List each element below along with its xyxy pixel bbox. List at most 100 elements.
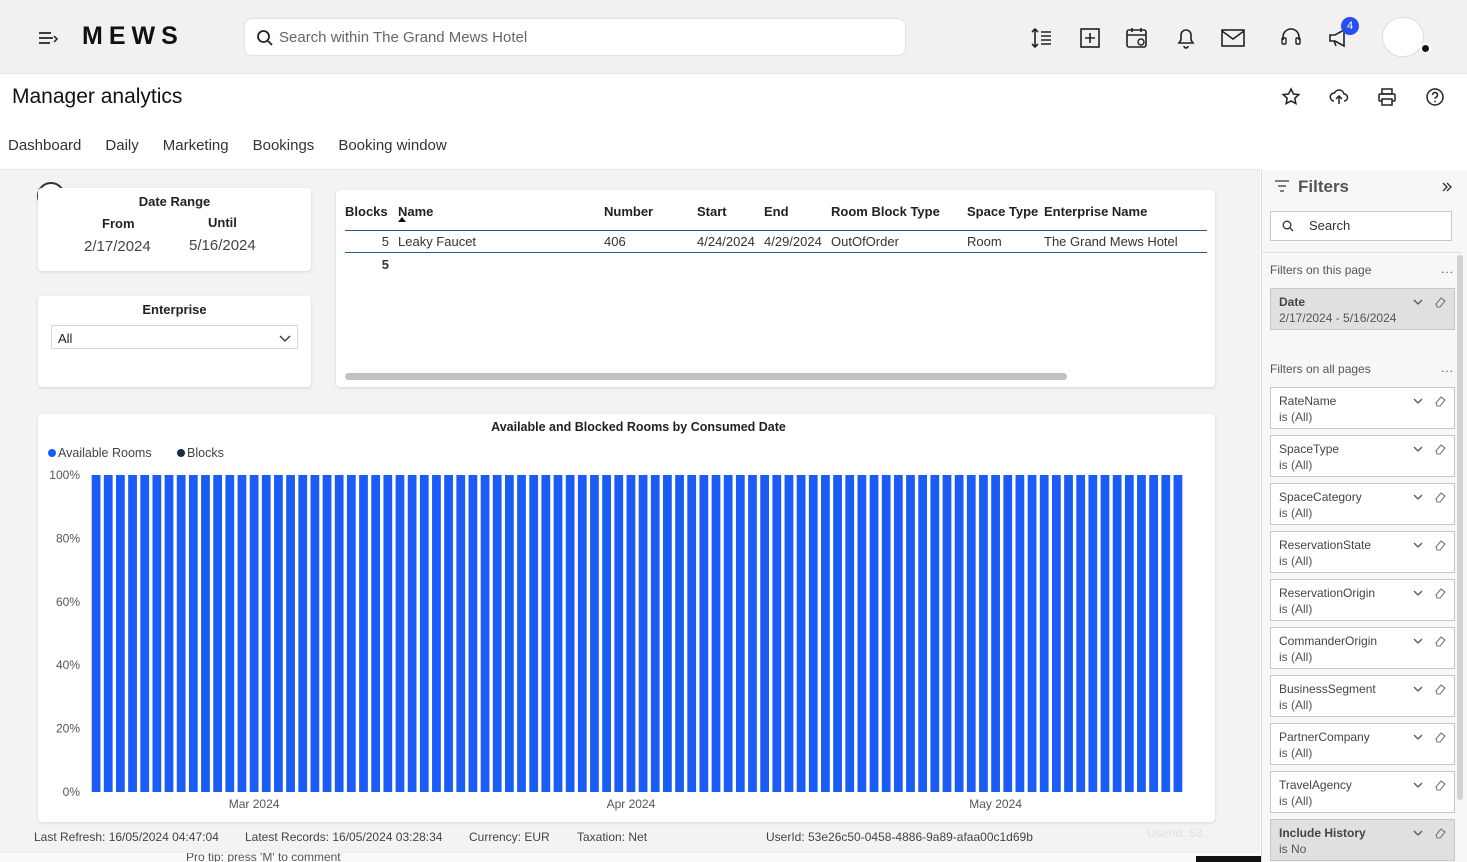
filters-search[interactable]: [1270, 211, 1452, 241]
user-avatar[interactable]: [1382, 17, 1424, 57]
eraser-icon[interactable]: [1434, 491, 1446, 503]
eraser-icon[interactable]: [1434, 779, 1446, 791]
search-icon: [257, 30, 273, 46]
star-icon[interactable]: [1281, 87, 1301, 107]
available-rooms-bar: [541, 475, 551, 792]
rooms-chart: Available and Blocked Rooms by Consumed …: [48, 420, 1183, 811]
print-icon[interactable]: [1377, 87, 1397, 107]
eraser-icon[interactable]: [1434, 587, 1446, 599]
available-rooms-bar: [225, 475, 235, 792]
filter-name: ReservationOrigin: [1279, 586, 1376, 600]
eraser-icon[interactable]: [1434, 539, 1446, 551]
until-date-input[interactable]: 5/16/2024: [189, 237, 256, 254]
mail-icon[interactable]: [1220, 25, 1246, 51]
col-header-space-type[interactable]: Space Type: [967, 202, 1044, 230]
eraser-icon[interactable]: [1434, 827, 1446, 839]
col-header-name[interactable]: Name: [398, 202, 604, 230]
filter-card[interactable]: RateName is (All): [1270, 387, 1455, 429]
available-rooms-bar: [298, 475, 308, 792]
global-search-input[interactable]: [279, 23, 879, 51]
chevron-down-icon[interactable]: [1413, 298, 1423, 306]
filter-name: SpaceCategory: [1279, 490, 1362, 504]
chevron-down-icon[interactable]: [1413, 589, 1423, 597]
menu-icon[interactable]: [36, 26, 60, 50]
legend-marker: [177, 449, 185, 457]
col-header-room-block-type[interactable]: Room Block Type: [831, 202, 967, 230]
filter-card[interactable]: SpaceCategory is (All): [1270, 483, 1455, 525]
tab-marketing[interactable]: Marketing: [163, 137, 229, 159]
filter-value: is (All): [1279, 794, 1313, 808]
col-header-blocks[interactable]: Blocks: [345, 202, 398, 230]
eraser-icon[interactable]: [1434, 635, 1446, 647]
filters-all-pages-more[interactable]: ...: [1441, 361, 1454, 375]
chevron-down-icon[interactable]: [1413, 637, 1423, 645]
chevron-down-icon[interactable]: [1413, 733, 1423, 741]
eraser-icon[interactable]: [1434, 683, 1446, 695]
enterprise-dropdown[interactable]: All: [51, 325, 298, 349]
chevron-down-icon[interactable]: [1413, 397, 1423, 405]
from-label: From: [102, 216, 135, 231]
legend-label: Blocks: [187, 446, 224, 460]
chevron-down-icon[interactable]: [1413, 541, 1423, 549]
collapse-pane-icon[interactable]: [1442, 182, 1452, 192]
cell-enterprise-name: The Grand Mews Hotel: [1044, 229, 1207, 253]
support-headset-icon[interactable]: [1278, 25, 1304, 51]
available-rooms-bar: [602, 475, 611, 792]
eraser-icon[interactable]: [1434, 443, 1446, 455]
filter-card[interactable]: TravelAgency is (All): [1270, 771, 1455, 813]
col-header-number[interactable]: Number: [604, 202, 697, 230]
chevron-down-icon[interactable]: [1413, 685, 1423, 693]
sort-lines-icon[interactable]: [1029, 25, 1055, 51]
filter-name: CommanderOrigin: [1279, 634, 1378, 648]
col-header-end[interactable]: End: [764, 202, 831, 230]
cell-name: Leaky Faucet: [398, 229, 604, 253]
help-icon[interactable]: [1425, 87, 1445, 107]
available-rooms-bar: [650, 475, 660, 792]
filter-card[interactable]: PartnerCompany is (All): [1270, 723, 1455, 765]
chevron-down-icon[interactable]: [1413, 445, 1423, 453]
filter-card[interactable]: Date 2/17/2024 - 5/16/2024: [1270, 288, 1455, 330]
filter-value: 2/17/2024 - 5/16/2024: [1279, 311, 1397, 325]
calendar-view-icon[interactable]: [1124, 25, 1150, 51]
filters-this-page-more[interactable]: ...: [1441, 262, 1454, 276]
from-date-input[interactable]: 2/17/2024: [84, 238, 151, 255]
bell-icon[interactable]: [1173, 25, 1199, 51]
tab-booking-window[interactable]: Booking window: [338, 137, 446, 159]
eraser-icon[interactable]: [1434, 395, 1446, 407]
filters-search-input[interactable]: [1309, 218, 1445, 233]
filter-card[interactable]: BusinessSegment is (All): [1270, 675, 1455, 717]
sort-ascending-icon[interactable]: [398, 217, 406, 222]
tab-bookings[interactable]: Bookings: [253, 137, 315, 159]
mews-logo[interactable]: MEWS: [82, 22, 184, 51]
table-horizontal-scrollbar[interactable]: [345, 373, 1067, 380]
available-rooms-bar: [1076, 475, 1086, 792]
available-rooms-bar: [577, 475, 587, 792]
filter-card[interactable]: ReservationState is (All): [1270, 531, 1455, 573]
x-tick-label: May 2024: [969, 797, 1022, 811]
x-tick-label: Mar 2024: [229, 797, 280, 811]
eraser-icon[interactable]: [1434, 731, 1446, 743]
available-rooms-bar: [1161, 475, 1171, 792]
filters-vertical-scrollbar[interactable]: [1457, 255, 1463, 800]
filter-card[interactable]: Include History is No: [1270, 819, 1455, 861]
add-square-icon[interactable]: [1077, 25, 1103, 51]
available-rooms-bar: [675, 475, 684, 792]
chevron-down-icon[interactable]: [1413, 493, 1423, 501]
chevron-down-icon[interactable]: [1413, 781, 1423, 789]
eraser-icon[interactable]: [1434, 296, 1446, 308]
upload-cloud-icon[interactable]: [1329, 87, 1349, 107]
table-row[interactable]: 5 Leaky Faucet 406 4/24/2024 4/29/2024 O…: [345, 229, 1207, 253]
global-search[interactable]: [244, 18, 906, 56]
tab-dashboard[interactable]: Dashboard: [8, 137, 81, 159]
avatar-status-dot: [1420, 43, 1431, 54]
tab-daily[interactable]: Daily: [105, 137, 138, 159]
chevron-down-icon[interactable]: [1413, 829, 1423, 837]
cell-total-blocks: 5: [381, 256, 389, 272]
room-blocks-table: Blocks Name Number Start End Room Block …: [336, 190, 1215, 387]
filter-card[interactable]: ReservationOrigin is (All): [1270, 579, 1455, 621]
taxation: Taxation: Net: [577, 830, 648, 844]
col-header-enterprise-name[interactable]: Enterprise Name: [1044, 202, 1207, 230]
col-header-start[interactable]: Start: [697, 202, 764, 230]
filter-card[interactable]: SpaceType is (All): [1270, 435, 1455, 477]
filter-card[interactable]: CommanderOrigin is (All): [1270, 627, 1455, 669]
